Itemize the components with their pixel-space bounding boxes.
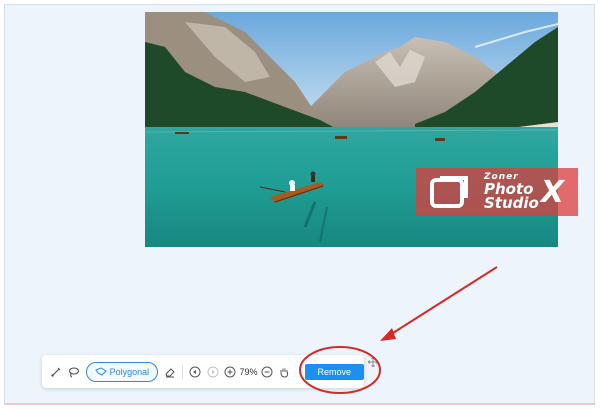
eraser-icon[interactable] [164, 363, 176, 381]
watermark-x: X [540, 174, 564, 210]
lasso-icon[interactable] [68, 363, 80, 381]
zoom-out-icon[interactable] [260, 363, 273, 381]
selection-toolbar: Polygonal 79% Remove [42, 355, 365, 388]
watermark: Zoner Photo Studio X [416, 168, 578, 216]
bottom-border [4, 403, 595, 405]
move-icon[interactable] [367, 356, 379, 368]
polygonal-button[interactable]: Polygonal [85, 361, 159, 382]
redo-icon[interactable] [206, 363, 218, 381]
undo-icon[interactable] [189, 363, 201, 381]
remove-button[interactable]: Remove [304, 363, 365, 380]
watermark-line3: Studio [484, 194, 539, 213]
zoom-level: 79% [239, 366, 258, 377]
polygonal-lasso-icon [94, 366, 107, 376]
watermark-logo-icon [422, 172, 478, 212]
hand-icon[interactable] [278, 363, 290, 381]
watermark-text: Zoner Photo Studio [484, 173, 539, 213]
brush-icon[interactable] [50, 363, 62, 381]
zoom-in-icon[interactable] [224, 363, 236, 381]
polygonal-label: Polygonal [109, 366, 150, 377]
toolbar-divider [181, 364, 183, 379]
